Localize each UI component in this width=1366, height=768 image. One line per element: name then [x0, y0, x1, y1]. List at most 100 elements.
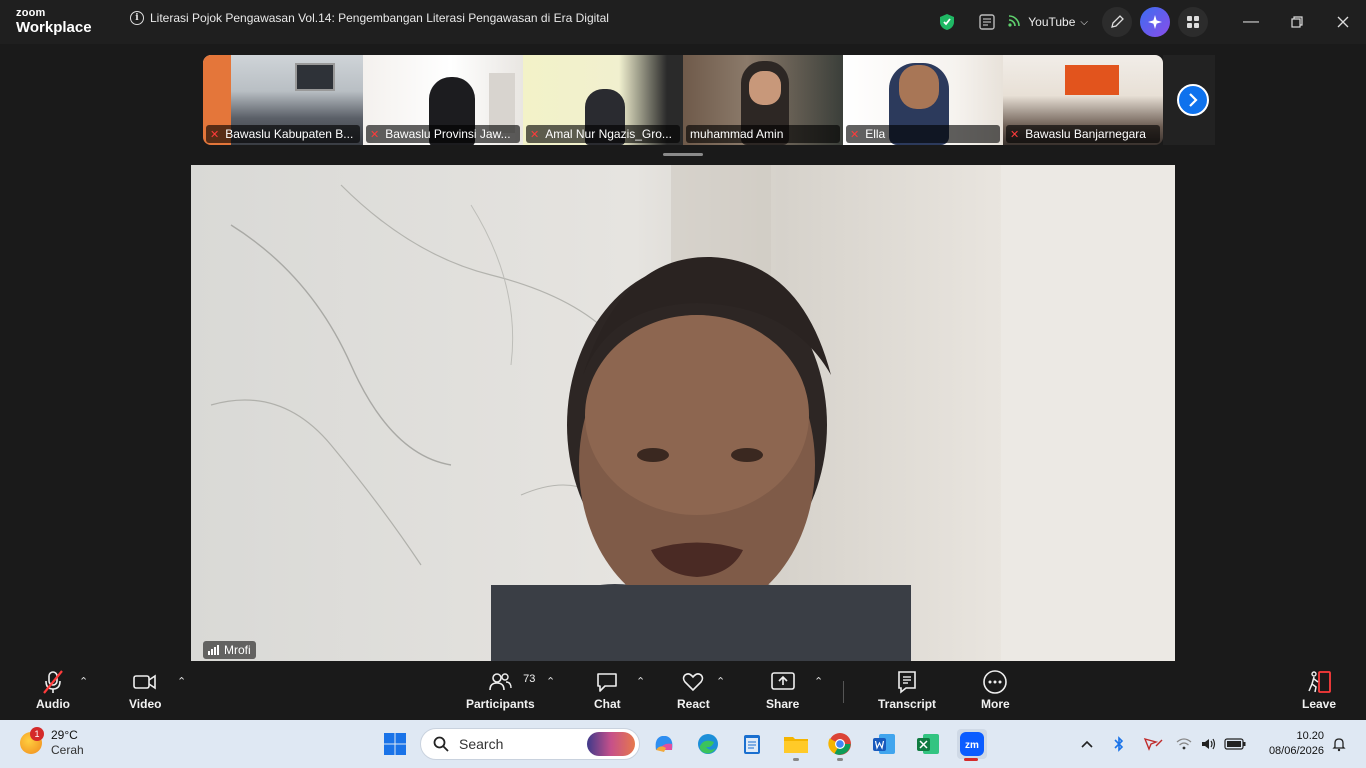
- search-highlight-icon: [587, 732, 635, 756]
- video-feed: [295, 63, 335, 91]
- chat-bubble-icon: [594, 669, 620, 695]
- video-feed: [749, 71, 781, 105]
- audio-options-caret[interactable]: ⌃: [79, 675, 88, 688]
- participant-tile[interactable]: ✕ Bawaslu Banjarnegara: [1003, 55, 1163, 145]
- folder-icon: [784, 737, 808, 753]
- start-button[interactable]: [381, 730, 409, 758]
- restore-button[interactable]: [1274, 0, 1320, 44]
- participant-name: Amal Nur Ngazis_Gro...: [545, 127, 672, 141]
- close-button[interactable]: [1320, 0, 1366, 44]
- battery-icon: [1224, 738, 1246, 750]
- battery-tray-icon[interactable]: [1224, 720, 1246, 768]
- chrome-app[interactable]: [826, 730, 854, 758]
- transcript-icon: [894, 669, 920, 695]
- filmstrip-resize-handle[interactable]: [663, 153, 703, 156]
- participant-label: ✕ Amal Nur Ngazis_Gro...: [526, 125, 680, 143]
- annotate-button[interactable]: [1102, 7, 1132, 37]
- chat-button[interactable]: Chat: [594, 669, 621, 711]
- more-button[interactable]: More: [981, 669, 1010, 711]
- file-explorer-app[interactable]: [782, 730, 810, 758]
- more-label: More: [981, 697, 1010, 711]
- apps-grid-icon: [1187, 16, 1199, 28]
- react-button[interactable]: React: [677, 669, 710, 711]
- more-icon: [982, 669, 1008, 695]
- volume-tray-icon[interactable]: [1200, 720, 1218, 768]
- share-button[interactable]: Share: [766, 669, 799, 711]
- svg-text:zm: zm: [965, 740, 979, 751]
- ai-companion-button[interactable]: [1140, 7, 1170, 37]
- bluetooth-icon: [1114, 736, 1124, 752]
- info-icon[interactable]: i: [130, 11, 144, 25]
- chevron-down-icon: ⌵: [1080, 16, 1088, 28]
- notepad-app[interactable]: [738, 730, 766, 758]
- share-screen-icon: [769, 669, 797, 695]
- system-clock[interactable]: 10.20 08/06/2026: [1252, 729, 1324, 759]
- video-feed: [899, 65, 939, 109]
- livestream-dropdown[interactable]: YouTube ⌵: [1008, 14, 1088, 30]
- excel-icon: [917, 734, 939, 754]
- network-tray-icon[interactable]: [1176, 720, 1192, 768]
- bell-icon: [1332, 738, 1346, 752]
- zoom-app[interactable]: zm: [957, 729, 987, 759]
- participant-tile[interactable]: muhammad Amin: [683, 55, 843, 145]
- participant-name: Bawaslu Kabupaten B...: [225, 127, 354, 141]
- running-indicator: [837, 758, 843, 761]
- apps-button[interactable]: [1178, 7, 1208, 37]
- leave-button[interactable]: Leave: [1302, 669, 1336, 711]
- excel-app[interactable]: [914, 730, 942, 758]
- audio-button[interactable]: Audio: [36, 669, 70, 711]
- chat-options-caret[interactable]: ⌃: [636, 675, 645, 688]
- leave-icon: [1305, 669, 1333, 695]
- chevron-up-icon: [1081, 740, 1093, 748]
- copilot-app[interactable]: [650, 730, 678, 758]
- weather-widget[interactable]: 1 29°C Cerah: [20, 727, 84, 758]
- react-label: React: [677, 697, 710, 711]
- zoom-logo: zoom Workplace: [16, 7, 92, 36]
- participant-tile[interactable]: ✕ Ella: [843, 55, 1003, 145]
- participant-label: ✕ Bawaslu Provinsi Jaw...: [366, 125, 520, 143]
- filmstrip-next-button[interactable]: [1177, 84, 1209, 116]
- participants-button[interactable]: 73 Participants: [466, 669, 535, 711]
- participant-label: muhammad Amin: [686, 125, 840, 143]
- windows-taskbar: 1 29°C Cerah Search zm 10.20 08/06/2026: [0, 720, 1366, 768]
- video-camera-icon: [131, 669, 159, 695]
- taskbar-search[interactable]: Search: [420, 728, 640, 760]
- participants-label: Participants: [466, 697, 535, 711]
- signal-strength-icon: [208, 645, 219, 655]
- notifications-tray-icon[interactable]: [1332, 720, 1346, 768]
- meeting-title[interactable]: i Literasi Pojok Pengawasan Vol.14: Peng…: [130, 11, 609, 25]
- minimize-button[interactable]: —: [1228, 0, 1274, 44]
- chat-label: Chat: [594, 697, 621, 711]
- react-options-caret[interactable]: ⌃: [716, 675, 725, 688]
- video-options-caret[interactable]: ⌃: [177, 675, 186, 688]
- participant-tile[interactable]: ✕ Amal Nur Ngazis_Gro...: [523, 55, 683, 145]
- clock-time: 10.20: [1296, 730, 1324, 742]
- pencil-icon: [1111, 15, 1124, 28]
- participant-tile[interactable]: ✕ Bawaslu Provinsi Jaw...: [363, 55, 523, 145]
- notes-icon[interactable]: [972, 7, 1002, 37]
- edge-app[interactable]: [694, 730, 722, 758]
- wifi-icon: [1176, 738, 1192, 750]
- video-button[interactable]: Video: [129, 669, 161, 711]
- word-app[interactable]: [870, 730, 898, 758]
- speaker-icon: [1202, 738, 1216, 750]
- participant-filmstrip: ✕ Bawaslu Kabupaten B... ✕ Bawaslu Provins…: [203, 55, 1163, 145]
- transcript-button[interactable]: Transcript: [878, 669, 936, 711]
- chevron-right-icon: [1189, 93, 1198, 107]
- live-signal-icon: [1008, 14, 1022, 30]
- transcript-label: Transcript: [878, 697, 937, 711]
- logo-line1: zoom: [16, 7, 46, 19]
- participant-tile[interactable]: ✕ Bawaslu Kabupaten B...: [203, 55, 363, 145]
- participant-name: Ella: [865, 127, 886, 141]
- weather-temperature: 29°C: [51, 728, 78, 742]
- edge-browser-icon: [698, 734, 718, 754]
- location-tray-icon[interactable]: [1142, 720, 1164, 768]
- muted-mic-icon: ✕: [370, 128, 380, 141]
- show-hidden-icons[interactable]: [1080, 720, 1094, 768]
- notification-badge: 1: [30, 727, 44, 741]
- shield-icon[interactable]: [932, 7, 962, 37]
- share-options-caret[interactable]: ⌃: [814, 675, 823, 688]
- share-label: Share: [766, 697, 800, 711]
- participants-options-caret[interactable]: ⌃: [546, 675, 555, 688]
- bluetooth-tray-icon[interactable]: [1113, 720, 1125, 768]
